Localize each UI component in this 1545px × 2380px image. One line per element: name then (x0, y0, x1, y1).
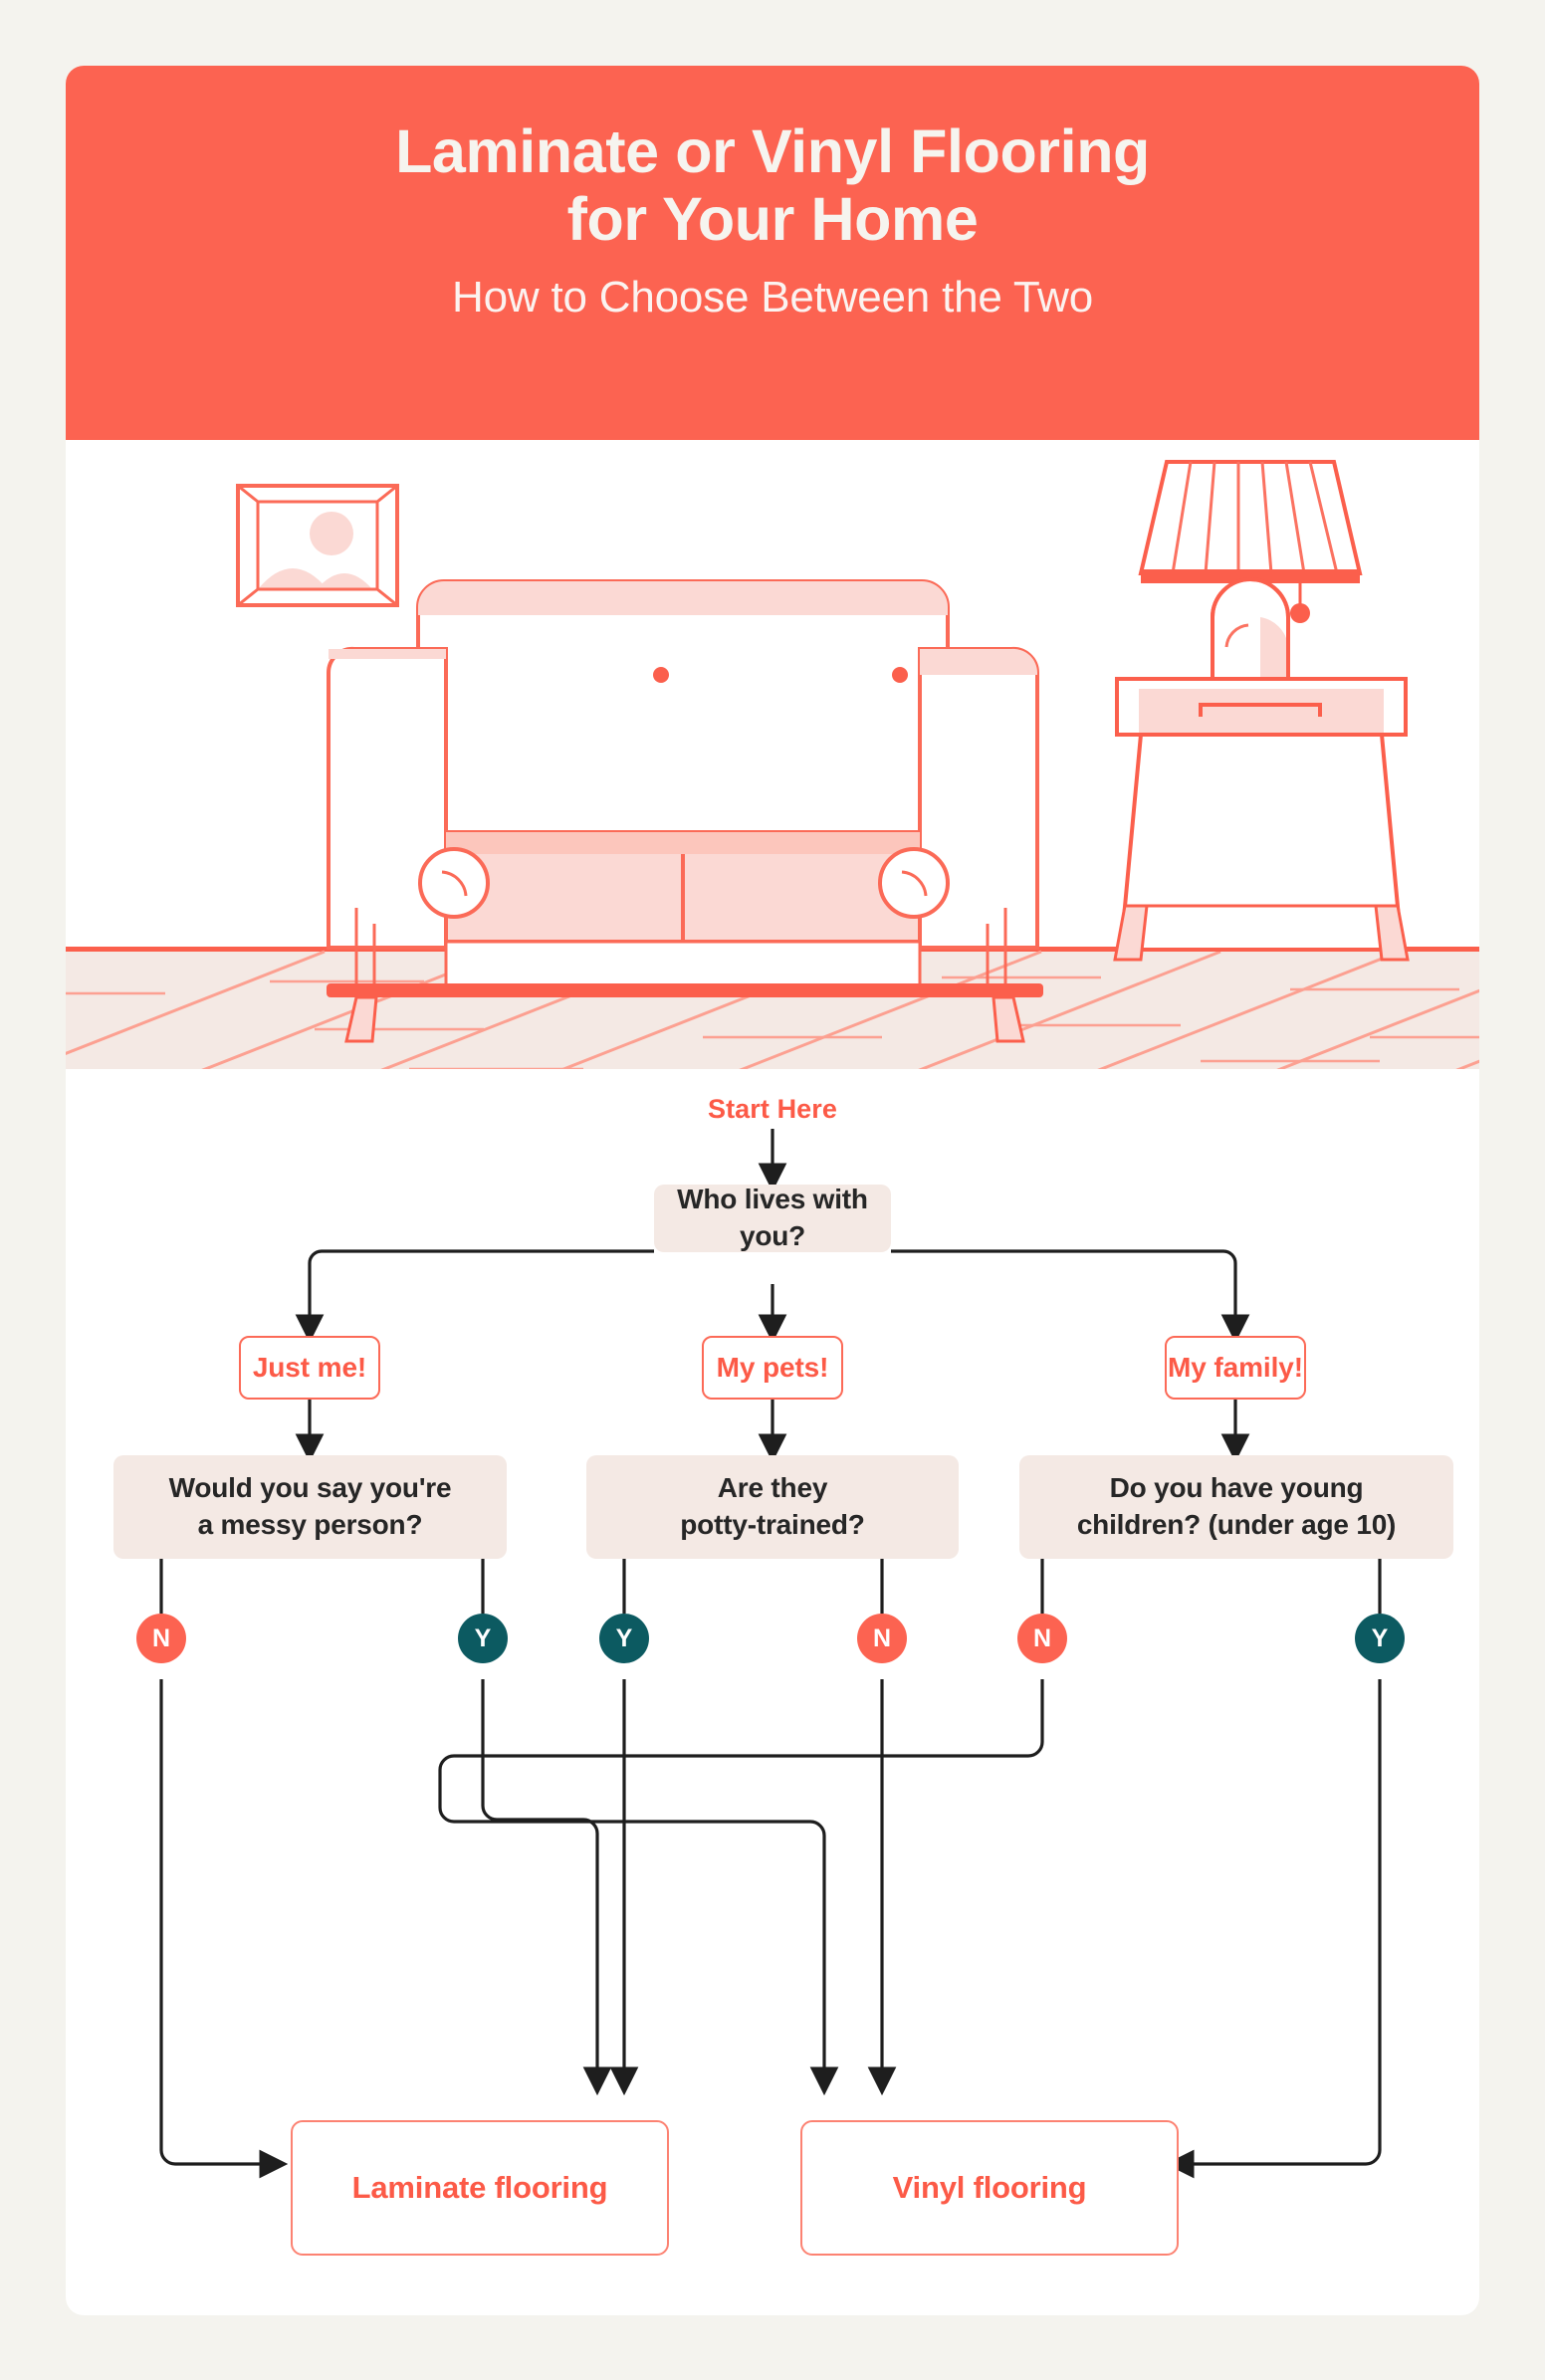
question-box-young-children: Do you have young children? (under age 1… (1019, 1455, 1453, 1559)
decision-children-no[interactable]: N (1017, 1614, 1067, 1663)
table-lamp (1138, 460, 1363, 681)
decision-children-yes[interactable]: Y (1355, 1614, 1405, 1663)
decision-messy-yes[interactable]: Y (458, 1614, 508, 1663)
root-question-box: Who lives with you? (654, 1184, 891, 1252)
result-box-vinyl[interactable]: Vinyl flooring (800, 2120, 1179, 2256)
decision-potty-no[interactable]: N (857, 1614, 907, 1663)
sofa-button (892, 667, 908, 683)
answer-box-my-pets[interactable]: My pets! (702, 1336, 843, 1400)
infographic-card: Laminate or Vinyl Flooring for Your Home… (66, 66, 1479, 2315)
result-box-laminate[interactable]: Laminate flooring (291, 2120, 669, 2256)
question-box-messy-person: Would you say you're a messy person? (113, 1455, 507, 1559)
living-room-illustration (66, 440, 1479, 1069)
decision-flowchart: Start Here Who lives with you? Just me! … (66, 1069, 1479, 2315)
decision-potty-yes[interactable]: Y (599, 1614, 649, 1663)
decision-messy-no[interactable]: N (136, 1614, 186, 1663)
lamp-pull-cord (1290, 603, 1310, 623)
flowchart-connectors (159, 1129, 1382, 2179)
answer-box-just-me[interactable]: Just me! (239, 1336, 380, 1400)
living-room-svg (66, 460, 1479, 1069)
question-box-potty-trained: Are they potty-trained? (586, 1455, 959, 1559)
sofa-button (653, 667, 669, 683)
start-here-label: Start Here (707, 1093, 838, 1124)
page-title: Laminate or Vinyl Flooring for Your Home (395, 117, 1150, 254)
side-table (1113, 677, 1410, 962)
header-band: Laminate or Vinyl Flooring for Your Home… (66, 66, 1479, 440)
page-subtitle: How to Choose Between the Two (452, 272, 1093, 322)
answer-box-my-family[interactable]: My family! (1165, 1336, 1306, 1400)
picture-frame (236, 484, 399, 607)
